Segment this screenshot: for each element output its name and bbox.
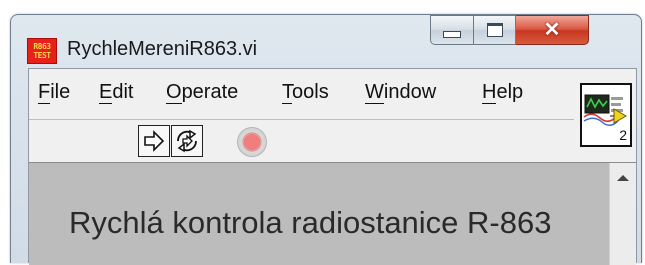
- run-continuously-button[interactable]: [171, 125, 203, 157]
- maximize-icon: [486, 23, 503, 37]
- connector-number: 2: [619, 127, 627, 143]
- app-icon-line-2: TEST: [33, 51, 51, 60]
- menu-window-mnemonic: W: [365, 81, 384, 104]
- close-button[interactable]: ✕: [516, 15, 589, 45]
- menu-operate[interactable]: Operate: [166, 81, 238, 104]
- menu-tools-mnemonic: T: [282, 81, 292, 104]
- minimize-button[interactable]: [430, 15, 474, 45]
- front-panel: Rychlá kontrola radiostanice R-863: [29, 162, 636, 265]
- run-arrow-icon: [144, 130, 165, 152]
- title-bar[interactable]: R863 TEST RychleMereniR863.vi ✕: [11, 15, 641, 67]
- app-icon[interactable]: R863 TEST: [27, 38, 57, 64]
- menu-window[interactable]: Window: [365, 81, 436, 104]
- menu-tools-rest: ools: [292, 81, 329, 103]
- menu-operate-rest: perate: [181, 81, 239, 103]
- vi-connector-icon[interactable]: 2: [580, 83, 632, 147]
- menu-help-mnemonic: H: [482, 81, 497, 104]
- menu-file-mnemonic: F: [38, 81, 51, 104]
- scroll-up-arrow-icon[interactable]: [617, 175, 629, 181]
- menu-help[interactable]: Help: [482, 81, 523, 104]
- menu-file[interactable]: File: [38, 81, 70, 104]
- close-icon: ✕: [543, 19, 561, 41]
- menu-edit[interactable]: Edit: [99, 81, 133, 104]
- menu-file-rest: ile: [50, 81, 71, 103]
- run-button[interactable]: [138, 125, 170, 157]
- application-window: R863 TEST RychleMereniR863.vi ✕ File Edi…: [10, 14, 642, 265]
- toolbar: [29, 120, 574, 162]
- menu-edit-rest: dit: [112, 81, 134, 103]
- client-area: File Edit Operate Tools Window Help 2 Ry…: [28, 68, 637, 265]
- menu-help-rest: elp: [496, 81, 524, 103]
- maximize-button[interactable]: [474, 15, 516, 45]
- run-continuously-icon: [177, 129, 197, 153]
- minimize-icon: [443, 30, 461, 38]
- menu-edit-mnemonic: E: [99, 81, 113, 104]
- menu-window-rest: indow: [383, 81, 437, 103]
- menu-tools[interactable]: Tools: [282, 81, 329, 104]
- caption-buttons: ✕: [430, 15, 589, 45]
- menu-bar: File Edit Operate Tools Window Help: [29, 69, 574, 119]
- abort-button[interactable]: [237, 127, 267, 157]
- menu-operate-mnemonic: O: [166, 81, 182, 104]
- abort-stop-icon: [243, 133, 261, 151]
- window-title: RychleMereniR863.vi: [67, 38, 258, 60]
- vertical-scrollbar[interactable]: [609, 163, 636, 265]
- panel-title: Rychlá kontrola radiostanice R-863: [69, 205, 552, 240]
- app-icon-line-1: R863: [33, 42, 51, 51]
